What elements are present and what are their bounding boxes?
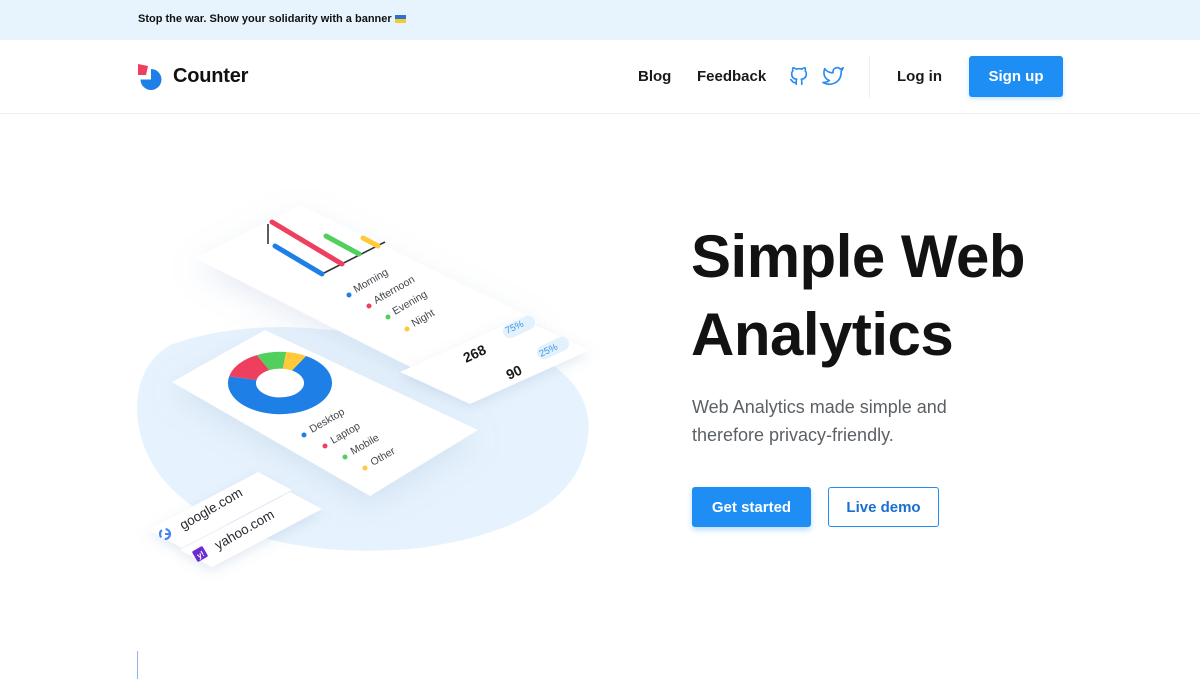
hero-subtitle-line-2: therefore privacy-friendly. <box>692 425 894 445</box>
stats-list: 268 75% 90 25% <box>461 315 570 383</box>
legend-dot-morning <box>346 292 352 298</box>
background-blob <box>137 327 589 551</box>
nav-blog-link[interactable]: Blog <box>638 68 671 85</box>
bar-morning <box>272 243 325 277</box>
legend-dot-laptop <box>322 443 328 449</box>
bar-chart-axis-2 <box>321 241 386 275</box>
hero-subtitle-line-1: Web Analytics made simple and <box>692 397 947 417</box>
banner-text[interactable]: Stop the war. Show your solidarity with … <box>138 13 406 25</box>
github-icon[interactable] <box>788 65 810 87</box>
get-started-button[interactable]: Get started <box>692 487 811 527</box>
bar-legend: Morning Afternoon Evening Night <box>346 266 437 332</box>
referrer-card-yahoo <box>180 492 322 567</box>
stat-percent-2: 25% <box>538 341 560 359</box>
stat-value-2: 90 <box>504 362 525 383</box>
donut-mobile <box>228 351 332 415</box>
stat-badge-1 <box>502 315 536 339</box>
legend-dot-desktop <box>301 432 307 438</box>
legend-dot-mobile <box>342 454 348 460</box>
stat-value-1: 268 <box>461 341 489 365</box>
logo[interactable]: Counter <box>137 62 267 92</box>
hero-title-line-2: Analytics <box>691 301 954 368</box>
donut-laptop <box>228 351 332 415</box>
nav-divider <box>869 56 870 98</box>
bar-chart-card <box>195 205 540 378</box>
donut-desktop <box>228 351 332 415</box>
legend-other: Other <box>369 445 398 469</box>
twitter-icon[interactable] <box>822 65 844 87</box>
referrer-google: google.com <box>177 485 245 533</box>
referrer-yahoo: yahoo.com <box>212 507 277 553</box>
stats-card <box>400 318 590 404</box>
legend-night: Night <box>410 307 437 330</box>
live-demo-button[interactable]: Live demo <box>828 487 939 527</box>
google-icon <box>158 527 172 541</box>
nav-feedback-link[interactable]: Feedback <box>697 68 766 85</box>
ukraine-flag-icon <box>394 15 406 23</box>
hero-title: Simple Web Analytics <box>691 218 1111 374</box>
stat-badge-2 <box>536 336 570 360</box>
legend-dot-other <box>362 465 368 471</box>
bar-afternoon <box>269 219 345 267</box>
legend-desktop: Desktop <box>308 406 347 436</box>
legend-evening: Evening <box>391 288 430 317</box>
bar-night <box>360 235 381 249</box>
svg-text:y!: y! <box>195 549 206 560</box>
donut-chart <box>228 351 332 415</box>
pie-chart-card <box>172 330 478 496</box>
referrer-card-google <box>148 472 292 548</box>
legend-mobile: Mobile <box>349 432 382 458</box>
legend-dot-night <box>404 326 410 332</box>
next-section-edge <box>137 651 138 679</box>
counter-logo-icon <box>138 64 162 90</box>
legend-dot-evening <box>385 314 391 320</box>
bar-evening <box>323 233 362 257</box>
donut-other <box>228 351 332 415</box>
site-header: Counter Blog Feedback Log in Sign up <box>0 40 1200 114</box>
legend-dot-afternoon <box>366 303 372 309</box>
logo-text: Counter <box>173 65 249 87</box>
signup-button[interactable]: Sign up <box>969 56 1063 97</box>
login-link[interactable]: Log in <box>897 68 942 85</box>
stat-percent-1: 75% <box>504 318 526 336</box>
legend-morning: Morning <box>352 266 391 295</box>
hero-title-line-1: Simple Web <box>691 223 1025 290</box>
legend-afternoon: Afternoon <box>372 273 418 306</box>
pie-legend: Desktop Laptop Mobile Other <box>301 406 398 471</box>
hero-subtitle: Web Analytics made simple and therefore … <box>692 393 1022 449</box>
legend-laptop: Laptop <box>329 420 363 447</box>
solidarity-banner: Stop the war. Show your solidarity with … <box>0 0 1200 40</box>
yahoo-icon: y! <box>192 546 208 562</box>
